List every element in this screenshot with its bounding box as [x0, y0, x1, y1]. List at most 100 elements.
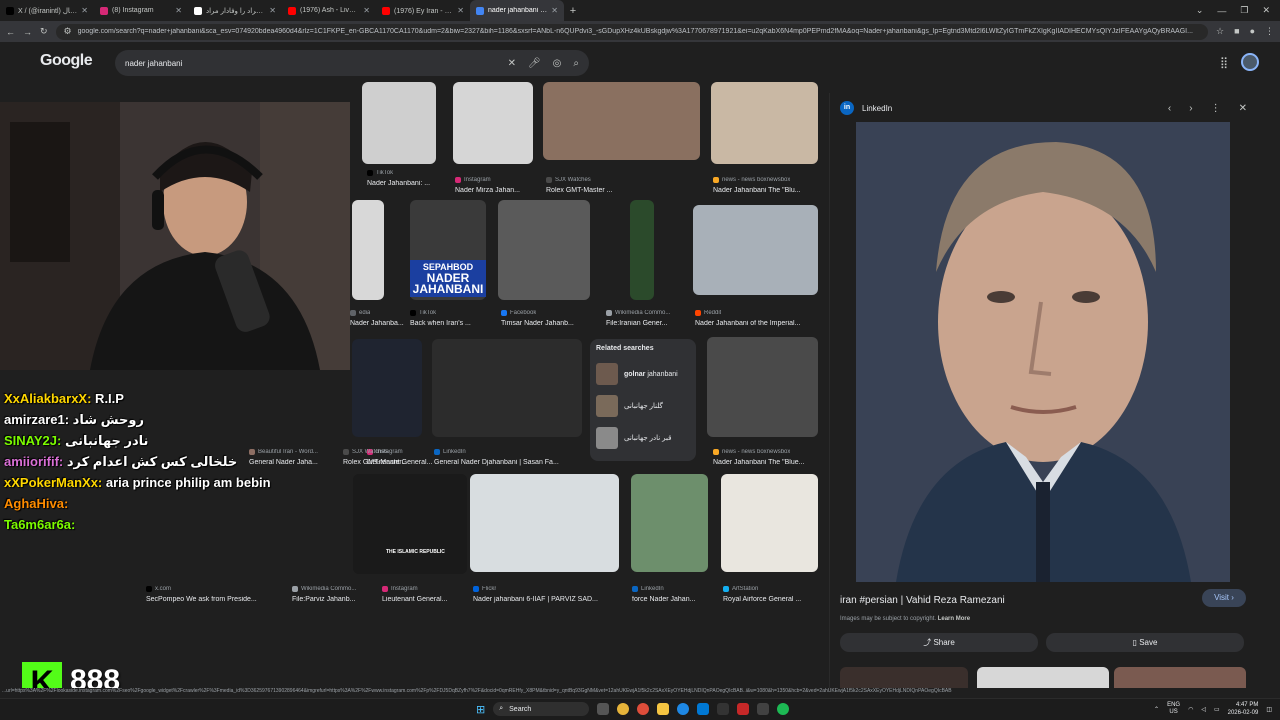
edge-icon[interactable]	[677, 703, 690, 715]
close-icon[interactable]: ✕	[269, 6, 276, 15]
result-source[interactable]: TikTok	[367, 170, 393, 176]
result-source[interactable]: Instagram	[455, 177, 491, 183]
previous-icon[interactable]: ‹	[1168, 103, 1171, 114]
save-button[interactable]: ▯ Save	[1046, 633, 1244, 652]
related-search-item[interactable]: قبر نادر جهانبانی	[596, 422, 690, 454]
minimize-icon[interactable]: —	[1217, 6, 1226, 16]
taskbar-search[interactable]: ⌕ Search	[493, 702, 590, 716]
result-caption[interactable]: Rolex GMT-Master...	[343, 459, 407, 466]
profile-avatar-icon[interactable]: ●	[1250, 26, 1255, 37]
image-result-thumb[interactable]	[631, 474, 708, 572]
image-result-thumb[interactable]	[498, 200, 590, 300]
extension-icon[interactable]: ■	[1234, 26, 1239, 37]
close-icon[interactable]: ✕	[551, 6, 558, 15]
clock-time[interactable]: 4:47 PM	[1236, 702, 1258, 708]
result-source[interactable]: Instagram	[382, 586, 418, 592]
file-explorer-icon[interactable]	[657, 703, 670, 715]
tab-1[interactable]: (8) Instagram ✕	[94, 0, 188, 21]
site-info-icon[interactable]: ⚙	[64, 26, 72, 37]
image-result-thumb[interactable]	[711, 82, 818, 164]
image-result-thumb[interactable]	[432, 339, 582, 437]
result-source[interactable]: edia	[350, 310, 370, 316]
result-caption[interactable]: File:Parviz Jahanb...	[292, 596, 355, 603]
result-source[interactable]: LinkedIn	[632, 586, 664, 592]
app-icon[interactable]	[757, 703, 770, 715]
image-result-thumb[interactable]	[543, 82, 700, 160]
result-caption[interactable]: File:Iranian Gener...	[606, 320, 667, 327]
store-icon[interactable]	[697, 703, 710, 715]
result-caption[interactable]: Royal Airforce General ...	[723, 596, 801, 603]
tray-chevron-icon[interactable]: ⌃	[1154, 706, 1159, 713]
tab-3[interactable]: (1976) Ash - Live at Bonjuk ✕	[282, 0, 376, 21]
apps-grid-icon[interactable]: ⣿	[1220, 56, 1228, 69]
result-caption[interactable]: Nader Jahanbani: ...	[367, 180, 430, 187]
tab-5-active[interactable]: nader jahanbani - Google Search ✕	[470, 0, 564, 21]
new-tab-button[interactable]: +	[564, 5, 582, 17]
result-caption[interactable]: Nader Jahanbani The "Blu...	[713, 187, 801, 194]
close-icon[interactable]: ✕	[457, 6, 464, 15]
preview-image[interactable]: ⊡	[856, 122, 1230, 582]
close-icon[interactable]: ✕	[363, 6, 370, 15]
notification-icon[interactable]: ◫	[1266, 706, 1272, 713]
image-result-thumb[interactable]	[362, 82, 436, 164]
result-source[interactable]: Wikimedia Commo...	[606, 310, 670, 316]
image-result-thumb[interactable]	[707, 337, 818, 437]
related-search-item[interactable]: گلنار جهانبانی	[596, 390, 690, 422]
bookmark-star-icon[interactable]: ☆	[1216, 26, 1224, 37]
task-view-icon[interactable]	[597, 703, 610, 715]
result-source[interactable]: news - news boxnewsbox	[713, 177, 790, 183]
result-caption[interactable]: Nader Jahanba...	[350, 320, 404, 327]
image-result-thumb[interactable]	[353, 474, 467, 574]
result-source[interactable]: LinkedIn	[434, 449, 466, 455]
tab-0[interactable]: X / (@iranintl) ایران اینترنشنال ✕	[0, 0, 94, 21]
image-result-thumb[interactable]	[453, 82, 533, 164]
maximize-icon[interactable]: ❐	[1240, 5, 1248, 16]
search-input[interactable]: nader jahanbani	[125, 59, 508, 68]
reload-icon[interactable]: ↻	[40, 26, 48, 37]
tab-4[interactable]: (1976) Ey Iran - ای ایران (Arash ✕	[376, 0, 470, 21]
result-caption[interactable]: SecPompeo We ask from Preside...	[146, 596, 257, 603]
search-box[interactable]: nader jahanbani ✕ 🎤︎ ◎ ⌕	[115, 50, 589, 76]
result-source[interactable]: ArtStation	[723, 586, 758, 592]
menu-dots-icon[interactable]: ⋮	[1265, 26, 1274, 37]
language[interactable]: ENG	[1167, 702, 1180, 708]
result-source[interactable]: SJX Watches	[546, 177, 591, 183]
gmail-icon[interactable]	[737, 703, 750, 715]
tab-2[interactable]: پیچک مراد را وفادار مراد ✕	[188, 0, 282, 21]
more-options-icon[interactable]: ⋮	[1211, 103, 1221, 114]
address-bar[interactable]: ⚙ google.com/search?q=nader+jahanbani&sc…	[55, 23, 1209, 40]
preview-source[interactable]: LinkedIn	[862, 104, 892, 113]
result-source[interactable]: SJX Watches	[343, 449, 388, 455]
chrome-profile-icon[interactable]	[637, 703, 650, 715]
result-source[interactable]: Wikimedia Commo...	[292, 586, 356, 592]
result-source[interactable]: Facebook	[501, 310, 536, 316]
result-caption[interactable]: General Nader Djahanbani | Sasan Fa...	[434, 459, 559, 466]
visit-button[interactable]: Visit ›	[1202, 589, 1246, 607]
microphone-icon[interactable]: 🎤︎	[528, 58, 541, 69]
search-icon[interactable]: ⌕	[573, 58, 579, 69]
result-caption[interactable]: Back when Iran's ...	[410, 320, 471, 327]
clear-icon[interactable]: ✕	[508, 58, 516, 69]
result-caption[interactable]: Nader Mirza Jahan...	[455, 187, 520, 194]
image-result-thumb[interactable]	[470, 474, 619, 572]
result-caption[interactable]: Nader jahanbani 6-IIAF | PARVIZ SAD...	[473, 596, 598, 603]
app-icon[interactable]	[717, 703, 730, 715]
image-result-thumb[interactable]	[693, 205, 818, 295]
account-avatar[interactable]	[1241, 53, 1259, 71]
forward-icon[interactable]: →	[23, 27, 32, 37]
learn-more-link[interactable]: Learn More	[938, 616, 970, 622]
result-source[interactable]: Flickr	[473, 586, 496, 592]
close-icon[interactable]: ✕	[1239, 103, 1247, 114]
result-caption[interactable]: Timsar Nader Jahanb...	[501, 320, 574, 327]
image-result-thumb[interactable]	[721, 474, 818, 572]
result-caption[interactable]: Rolex GMT-Master ...	[546, 187, 613, 194]
battery-icon[interactable]: ▭	[1214, 706, 1220, 713]
volume-icon[interactable]: ◁	[1201, 706, 1206, 713]
preview-title[interactable]: iran #persian | Vahid Reza Ramezani	[840, 595, 1005, 606]
result-source[interactable]: Reddit	[695, 310, 721, 316]
related-search-item[interactable]: golnar jahanbani	[596, 358, 690, 390]
close-icon[interactable]: ✕	[81, 6, 88, 15]
result-source[interactable]: x.com	[146, 586, 171, 592]
result-caption[interactable]: Nader Jahanbani The "Blue...	[713, 459, 804, 466]
spotify-icon[interactable]	[777, 703, 790, 715]
